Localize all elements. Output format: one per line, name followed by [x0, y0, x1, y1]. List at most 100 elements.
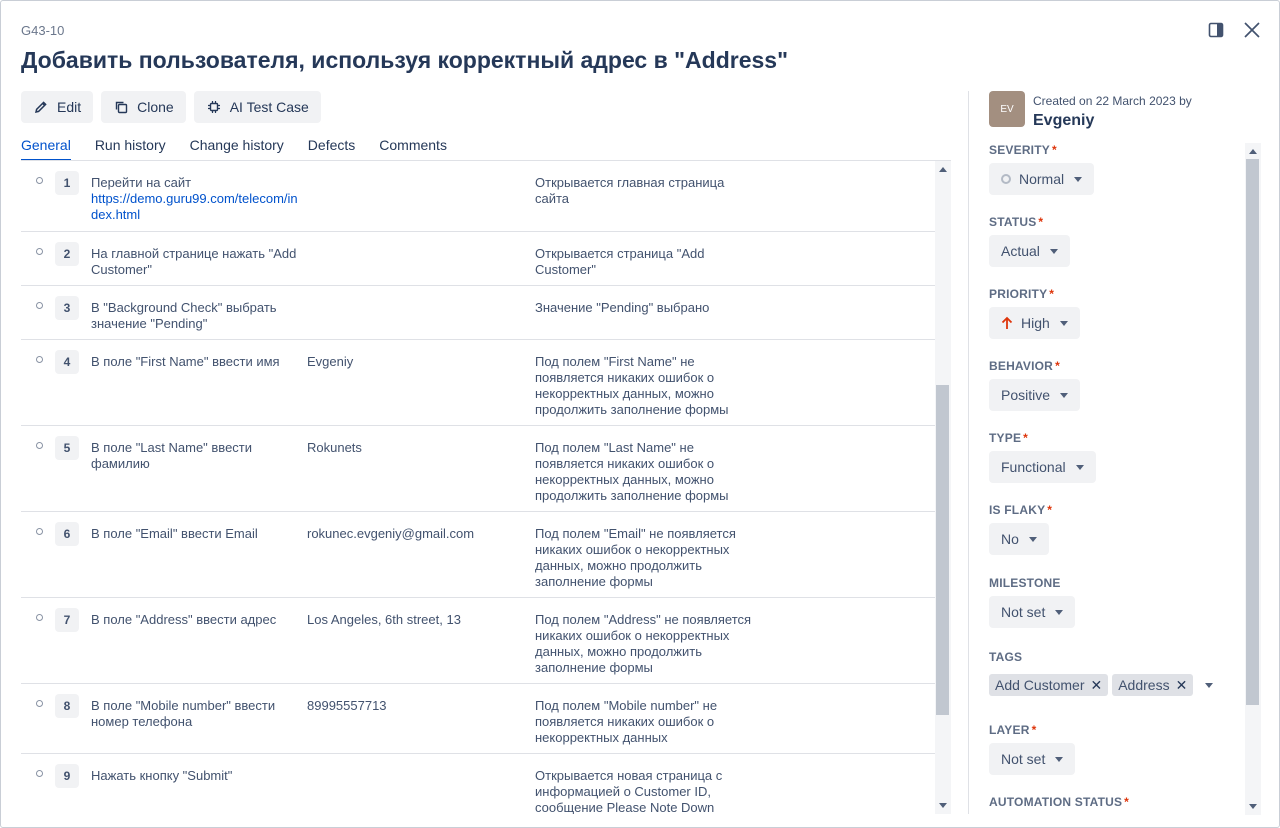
- milestone-label: MILESTONE: [989, 576, 1061, 590]
- pencil-icon: [33, 99, 49, 115]
- severity-field: SEVERITY * Normal: [989, 143, 1095, 195]
- priority-select[interactable]: High: [989, 307, 1080, 339]
- step-row[interactable]: 8 В поле "Mobile number" ввести номер те…: [21, 684, 935, 754]
- layer-value: Not set: [1001, 751, 1046, 767]
- remove-tag-icon[interactable]: ✕: [1090, 677, 1102, 694]
- ai-test-case-label: AI Test Case: [229, 99, 309, 115]
- step-row[interactable]: 3 В "Background Check" выбрать значение …: [21, 286, 935, 340]
- step-expected: Открывается новая страница с информацией…: [535, 768, 723, 814]
- status-label: STATUS *: [989, 215, 1044, 229]
- close-icon[interactable]: [1241, 19, 1263, 41]
- chevron-down-icon: [1075, 464, 1084, 470]
- step-number: 3: [55, 296, 79, 320]
- scroll-down-icon[interactable]: [1249, 804, 1257, 809]
- step-row[interactable]: 6 В поле "Email" ввести Email rokunec.ev…: [21, 512, 935, 598]
- step-number: 2: [55, 242, 79, 266]
- scroll-down-icon[interactable]: [939, 803, 947, 808]
- tab-run-history[interactable]: Run history: [95, 137, 166, 161]
- status-select[interactable]: Actual: [989, 235, 1070, 267]
- priority-label: PRIORITY *: [989, 287, 1055, 301]
- scrollbar-thumb[interactable]: [1246, 159, 1259, 705]
- step-row[interactable]: 4 В поле "First Name" ввести имя Evgeniy…: [21, 340, 935, 426]
- priority-value: High: [1021, 315, 1050, 331]
- tag-chip: Address ✕: [1112, 674, 1194, 696]
- sidebar-toggle-icon[interactable]: [1205, 19, 1227, 41]
- step-bullet: [36, 356, 43, 363]
- step-bullet: [36, 248, 43, 255]
- step-expected: Значение "Pending" выбрано: [535, 300, 710, 315]
- step-bullet: [36, 614, 43, 621]
- step-number: 4: [55, 350, 79, 374]
- tags-input[interactable]: Add Customer ✕ Address ✕: [989, 674, 1229, 696]
- steps-scrollbar[interactable]: [935, 161, 951, 814]
- chevron-down-icon: [1059, 320, 1068, 326]
- layer-select[interactable]: Not set: [989, 743, 1076, 775]
- severity-value: Normal: [1019, 171, 1065, 187]
- panel-divider: [968, 91, 969, 814]
- case-id: G43-10: [21, 23, 65, 38]
- step-action: Перейти на сайт https://demo.guru99.com/…: [91, 175, 299, 223]
- test-case-modal: G43-10 Добавить пользователя, используя …: [0, 0, 1280, 828]
- step-data: Los Angeles, 6th street, 13: [307, 612, 461, 627]
- status-field: STATUS * Actual: [989, 215, 1070, 267]
- tag-chip: Add Customer ✕: [989, 674, 1109, 696]
- status-value: Actual: [1001, 243, 1040, 259]
- step-data: Evgeniy: [307, 354, 354, 369]
- tab-general[interactable]: General: [21, 137, 71, 161]
- header-icons: [1205, 19, 1263, 41]
- is-flaky-select[interactable]: No: [989, 523, 1049, 555]
- step-number: 5: [55, 436, 79, 460]
- steps-list: 1 Перейти на сайт https://demo.guru99.co…: [21, 161, 935, 814]
- tab-comments[interactable]: Comments: [379, 137, 447, 161]
- edit-button[interactable]: Edit: [21, 91, 94, 123]
- scrollbar-thumb[interactable]: [936, 385, 949, 715]
- tab-change-history[interactable]: Change history: [190, 137, 284, 161]
- step-action: В "Background Check" выбрать значение "P…: [91, 300, 277, 331]
- step-bullet: [36, 700, 43, 707]
- clone-button[interactable]: Clone: [101, 91, 186, 123]
- step-link[interactable]: https://demo.guru99.com/telecom/index.ht…: [91, 191, 299, 223]
- severity-select[interactable]: Normal: [989, 163, 1095, 195]
- step-action: В поле "First Name" ввести имя: [91, 354, 280, 369]
- step-row[interactable]: 9 Нажать кнопку "Submit" Открывается нов…: [21, 754, 935, 814]
- arrow-up-icon: [1001, 316, 1013, 330]
- step-expected: Открывается страница "Add Customer": [535, 246, 705, 277]
- chevron-down-icon: [1074, 176, 1083, 182]
- behavior-label: BEHAVIOR *: [989, 359, 1060, 373]
- scroll-up-icon[interactable]: [1249, 149, 1257, 154]
- step-number: 9: [55, 764, 79, 788]
- edit-label: Edit: [57, 99, 82, 115]
- step-number: 8: [55, 694, 79, 718]
- step-row[interactable]: 7 В поле "Address" ввести адрес Los Ange…: [21, 598, 935, 684]
- tag-label: Add Customer: [995, 677, 1085, 693]
- chip-icon: [206, 99, 222, 115]
- chevron-down-icon: [1055, 609, 1064, 615]
- chevron-down-icon: [1060, 392, 1069, 398]
- step-expected: Под полем "Email" не появляется никаких …: [535, 526, 736, 589]
- step-expected: Под полем "First Name" не появляется ник…: [535, 354, 729, 417]
- type-select[interactable]: Functional: [989, 451, 1096, 483]
- is-flaky-value: No: [1001, 531, 1019, 547]
- tab-defects[interactable]: Defects: [308, 137, 355, 161]
- type-field: TYPE * Functional: [989, 431, 1096, 483]
- chevron-down-icon: [1049, 248, 1058, 254]
- properties-panel: SEVERITY * Normal STATUS * Actual PRIORITY…: [989, 143, 1243, 815]
- step-data: Rokunets: [307, 440, 362, 455]
- step-action: Нажать кнопку "Submit": [91, 768, 233, 783]
- step-row[interactable]: 1 Перейти на сайт https://demo.guru99.co…: [21, 161, 935, 232]
- ai-test-case-button[interactable]: AI Test Case: [193, 91, 321, 123]
- step-row[interactable]: 2 На главной странице нажать "Add Custom…: [21, 232, 935, 286]
- scroll-up-icon[interactable]: [939, 167, 947, 172]
- step-expected: Под полем "Address" не появляется никаки…: [535, 612, 752, 675]
- step-bullet: [36, 177, 43, 184]
- remove-tag-icon[interactable]: ✕: [1176, 677, 1188, 694]
- behavior-select[interactable]: Positive: [989, 379, 1081, 411]
- step-row[interactable]: 5 В поле "Last Name" ввести фамилию Roku…: [21, 426, 935, 512]
- behavior-value: Positive: [1001, 387, 1051, 403]
- milestone-value: Not set: [1001, 604, 1046, 620]
- automation-status-field: AUTOMATION STATUS *: [989, 795, 1129, 809]
- milestone-select[interactable]: Not set: [989, 596, 1076, 628]
- layer-field: LAYER * Not set: [989, 723, 1076, 775]
- properties-scrollbar[interactable]: [1245, 143, 1261, 815]
- chevron-down-icon[interactable]: [1205, 682, 1213, 688]
